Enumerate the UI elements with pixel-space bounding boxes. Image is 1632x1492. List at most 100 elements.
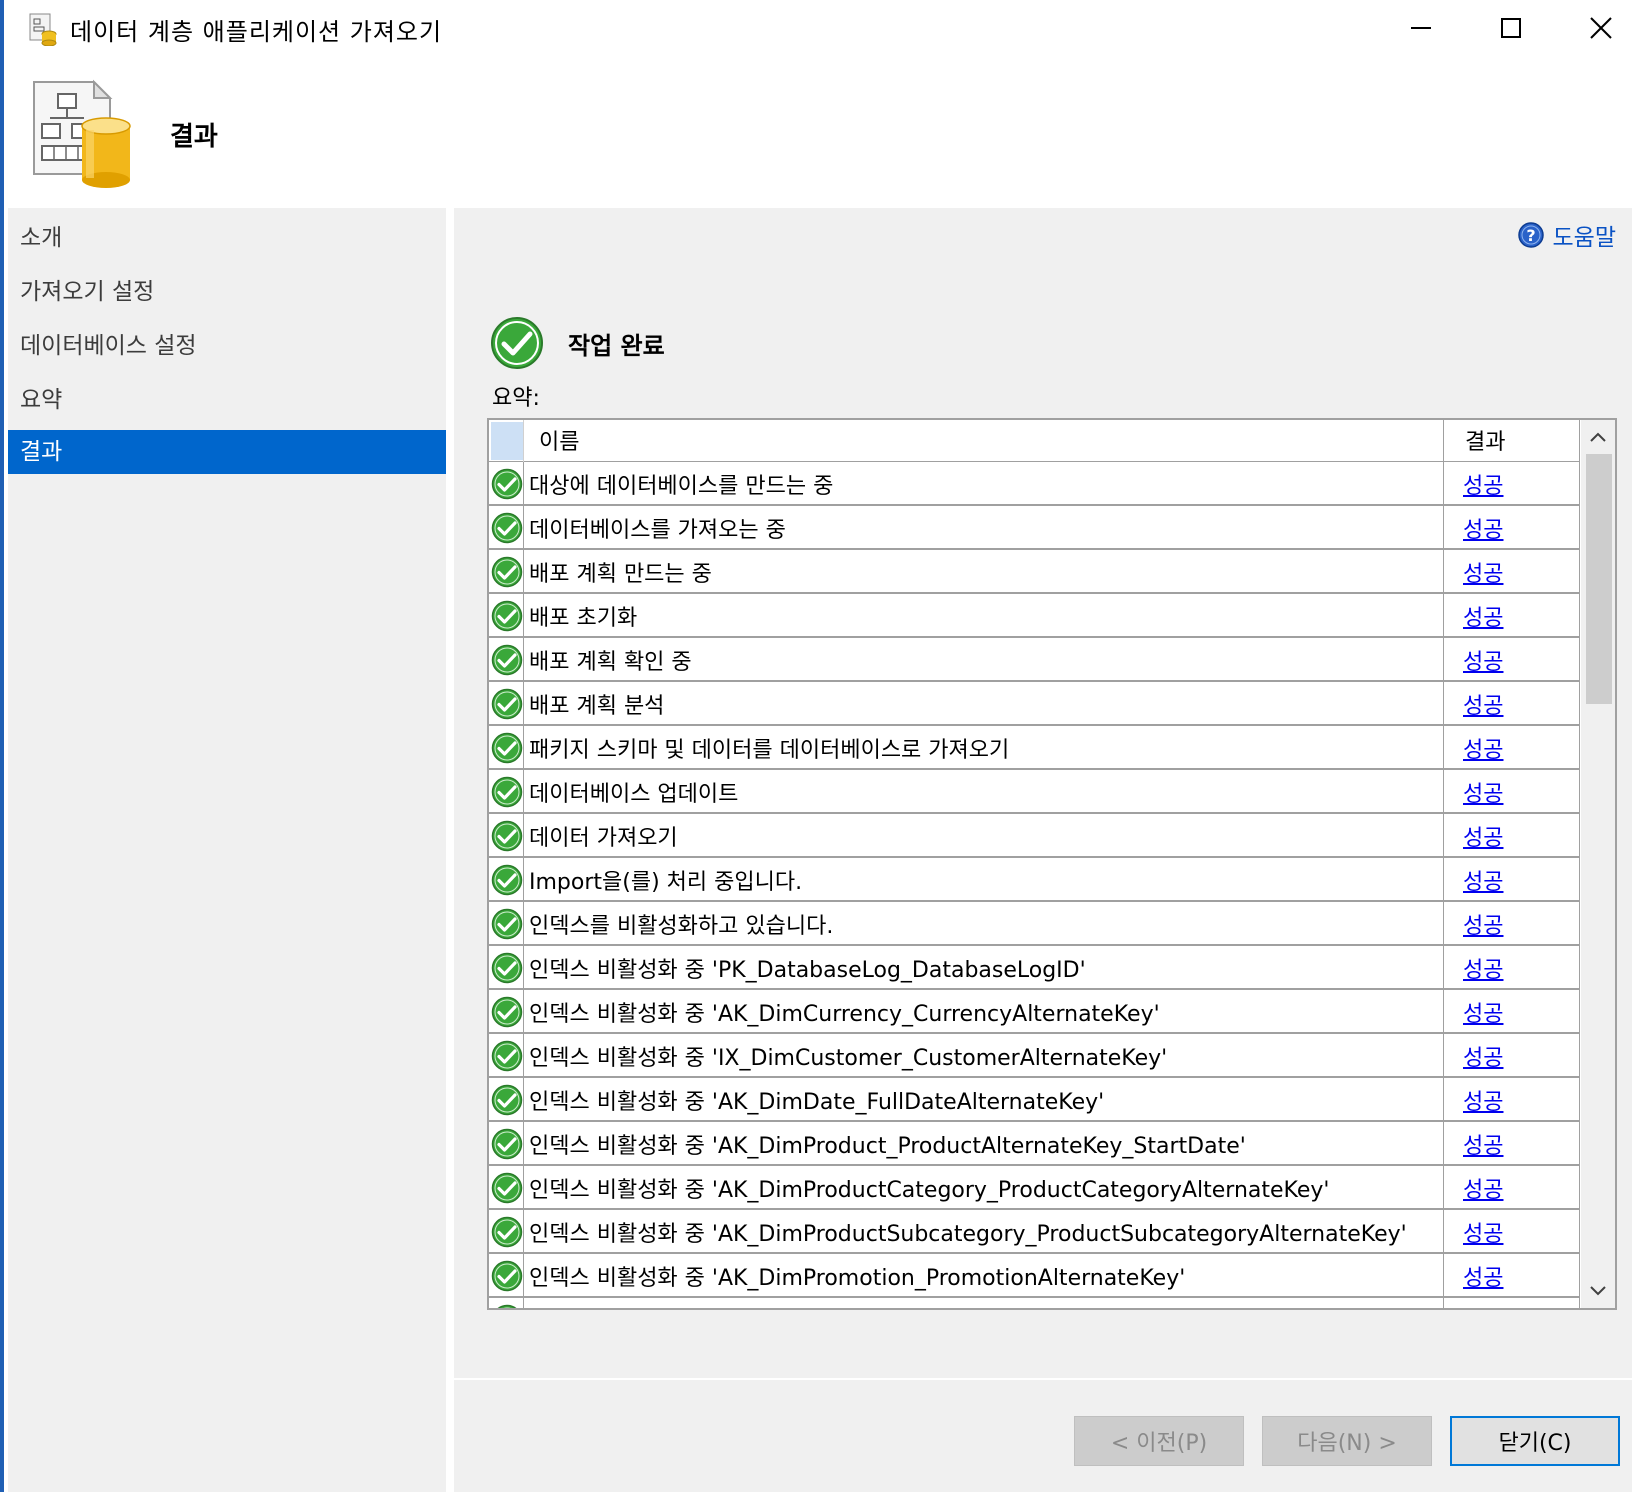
scroll-thumb[interactable] xyxy=(1586,454,1612,704)
table-row[interactable]: 배포 계획 만드는 중 성공 xyxy=(489,550,1579,594)
row-name: 인덱스 비활성화 중 'AK_DimProductSubcategory_Pro… xyxy=(529,1222,1407,1247)
row-divider xyxy=(523,1254,524,1298)
dialog-window: 데이터 계층 애플리케이션 가져오기 결과 소개 가져오기 설정 데이터베이스 … xyxy=(0,0,1632,1492)
success-check-icon xyxy=(491,468,523,500)
row-divider xyxy=(523,506,524,550)
table-row[interactable]: 인덱스 비활성화 중 'PK_DatabaseLog_DatabaseLogID… xyxy=(489,946,1579,990)
success-check-icon xyxy=(491,1216,523,1248)
result-link[interactable]: 성공 xyxy=(1463,820,1503,852)
row-name: 패키지 스키마 및 데이터를 데이터베이스로 가져오기 xyxy=(529,738,1010,763)
table-row[interactable]: Import을(를) 처리 중입니다. 성공 xyxy=(489,858,1579,902)
result-link[interactable]: 성공 xyxy=(1463,600,1503,632)
close-window-button[interactable] xyxy=(1556,0,1632,56)
table-row[interactable]: 데이터베이스 업데이트 성공 xyxy=(489,770,1579,814)
table-row[interactable]: 패키지 스키마 및 데이터를 데이터베이스로 가져오기 성공 xyxy=(489,726,1579,770)
row-divider xyxy=(523,1210,524,1254)
row-divider xyxy=(523,594,524,638)
success-check-icon xyxy=(491,644,523,676)
row-name: 배포 계획 확인 중 xyxy=(529,650,692,675)
row-name: 대상에 데이터베이스를 만드는 중 xyxy=(529,474,834,499)
grid-corner xyxy=(491,422,523,460)
result-link[interactable]: 성공 xyxy=(1463,1260,1503,1292)
result-link[interactable]: 성공 xyxy=(1463,952,1503,984)
table-row[interactable]: 배포 계획 확인 중 성공 xyxy=(489,638,1579,682)
row-name: 인덱스 비활성화 중 'IX_DimCustomer_CustomerAlter… xyxy=(529,1046,1168,1071)
scroll-down-button[interactable] xyxy=(1581,1274,1615,1308)
table-row[interactable]: 인덱스 비활성화 중 'AK_DimProductSubcategory_Pro… xyxy=(489,1210,1579,1254)
table-row[interactable]: 인덱스 비활성화 중 'AK_DimProductCategory_Produc… xyxy=(489,1166,1579,1210)
vertical-scrollbar[interactable] xyxy=(1581,420,1615,1308)
status-area: 작업 완료 xyxy=(490,316,665,370)
scroll-up-button[interactable] xyxy=(1581,420,1615,454)
result-link[interactable]: 성공 xyxy=(1463,1040,1503,1072)
success-check-icon xyxy=(491,512,523,544)
row-name: 인덱스 비활성화 중 'AK_DimReseller_ResellerAlter… xyxy=(529,1304,1137,1308)
help-link[interactable]: ? 도움말 xyxy=(1517,218,1616,252)
wizard-nav: 소개 가져오기 설정 데이터베이스 설정 요약 결과 xyxy=(8,208,450,1492)
row-divider xyxy=(523,550,524,594)
table-row[interactable]: 데이터베이스를 가져오는 중 성공 xyxy=(489,506,1579,550)
result-link[interactable]: 성공 xyxy=(1463,1128,1503,1160)
result-link[interactable]: 성공 xyxy=(1463,1304,1503,1308)
column-header-name[interactable]: 이름 xyxy=(539,424,579,456)
result-link[interactable]: 성공 xyxy=(1463,1216,1503,1248)
table-row[interactable]: 배포 계획 분석 성공 xyxy=(489,682,1579,726)
result-link[interactable]: 성공 xyxy=(1463,1172,1503,1204)
result-link[interactable]: 성공 xyxy=(1463,556,1503,588)
row-name: 인덱스 비활성화 중 'AK_DimCurrency_CurrencyAlter… xyxy=(529,1002,1160,1027)
result-link[interactable]: 성공 xyxy=(1463,864,1503,896)
table-row[interactable]: 인덱스 비활성화 중 'AK_DimCurrency_CurrencyAlter… xyxy=(489,990,1579,1034)
window-title: 데이터 계층 애플리케이션 가져오기 xyxy=(70,18,443,46)
nav-item-summary[interactable]: 요약 xyxy=(8,378,450,422)
result-link[interactable]: 성공 xyxy=(1463,512,1503,544)
row-divider xyxy=(523,1034,524,1078)
row-divider xyxy=(523,462,524,506)
result-link[interactable]: 성공 xyxy=(1463,468,1503,500)
row-name: 인덱스 비활성화 중 'AK_DimProduct_ProductAlterna… xyxy=(529,1134,1246,1159)
result-link[interactable]: 성공 xyxy=(1463,688,1503,720)
table-row[interactable]: 대상에 데이터베이스를 만드는 중 성공 xyxy=(489,462,1579,506)
table-row[interactable]: 데이터 가져오기 성공 xyxy=(489,814,1579,858)
help-icon: ? xyxy=(1517,222,1544,248)
header-divider xyxy=(523,420,524,462)
success-check-icon xyxy=(491,732,523,764)
chevron-down-icon xyxy=(1590,1286,1606,1296)
table-row[interactable]: 인덱스 비활성화 중 'AK_DimProduct_ProductAlterna… xyxy=(489,1122,1579,1166)
previous-button[interactable]: < 이전(P) xyxy=(1074,1416,1244,1466)
nav-item-database-settings[interactable]: 데이터베이스 설정 xyxy=(8,324,450,368)
nav-item-import-settings[interactable]: 가져오기 설정 xyxy=(8,270,450,314)
success-check-icon xyxy=(491,1172,523,1204)
row-divider xyxy=(523,770,524,814)
minimize-icon xyxy=(1411,27,1431,29)
success-check-icon xyxy=(491,820,523,852)
table-row[interactable]: 인덱스 비활성화 중 'AK_DimPromotion_PromotionAlt… xyxy=(489,1254,1579,1298)
result-link[interactable]: 성공 xyxy=(1463,908,1503,940)
title-bar: 데이터 계층 애플리케이션 가져오기 xyxy=(8,0,1632,58)
column-header-result[interactable]: 결과 xyxy=(1465,424,1505,456)
table-row[interactable]: 배포 초기화 성공 xyxy=(489,594,1579,638)
row-divider xyxy=(523,946,524,990)
row-divider xyxy=(523,726,524,770)
nav-item-results[interactable]: 결과 xyxy=(8,430,450,474)
table-row[interactable]: 인덱스를 비활성화하고 있습니다. 성공 xyxy=(489,902,1579,946)
nav-item-intro[interactable]: 소개 xyxy=(8,216,450,260)
minimize-button[interactable] xyxy=(1376,0,1466,56)
next-button[interactable]: 다음(N) > xyxy=(1262,1416,1432,1466)
maximize-button[interactable] xyxy=(1466,0,1556,56)
results-panel: ? 도움말 작업 완료 요약: 이름 결과 대상에 데이터베이스를 만드는 중성… xyxy=(454,208,1632,1492)
close-button[interactable]: 닫기(C) xyxy=(1450,1416,1620,1466)
table-row[interactable]: 인덱스 비활성화 중 'AK_DimReseller_ResellerAlter… xyxy=(489,1298,1579,1308)
result-link[interactable]: 성공 xyxy=(1463,1084,1503,1116)
grid-rows: 대상에 데이터베이스를 만드는 중 성공 데이터베이스를 가져오는 중 성공 배포 계획… xyxy=(489,462,1579,1308)
close-icon xyxy=(1590,17,1612,39)
result-link[interactable]: 성공 xyxy=(1463,732,1503,764)
result-link[interactable]: 성공 xyxy=(1463,996,1503,1028)
result-link[interactable]: 성공 xyxy=(1463,776,1503,808)
result-link[interactable]: 성공 xyxy=(1463,644,1503,676)
status-text: 작업 완료 xyxy=(568,331,665,360)
success-check-icon xyxy=(491,952,523,984)
table-row[interactable]: 인덱스 비활성화 중 'IX_DimCustomer_CustomerAlter… xyxy=(489,1034,1579,1078)
table-row[interactable]: 인덱스 비활성화 중 'AK_DimDate_FullDateAlternate… xyxy=(489,1078,1579,1122)
success-check-icon xyxy=(491,556,523,588)
success-check-icon xyxy=(491,600,523,632)
